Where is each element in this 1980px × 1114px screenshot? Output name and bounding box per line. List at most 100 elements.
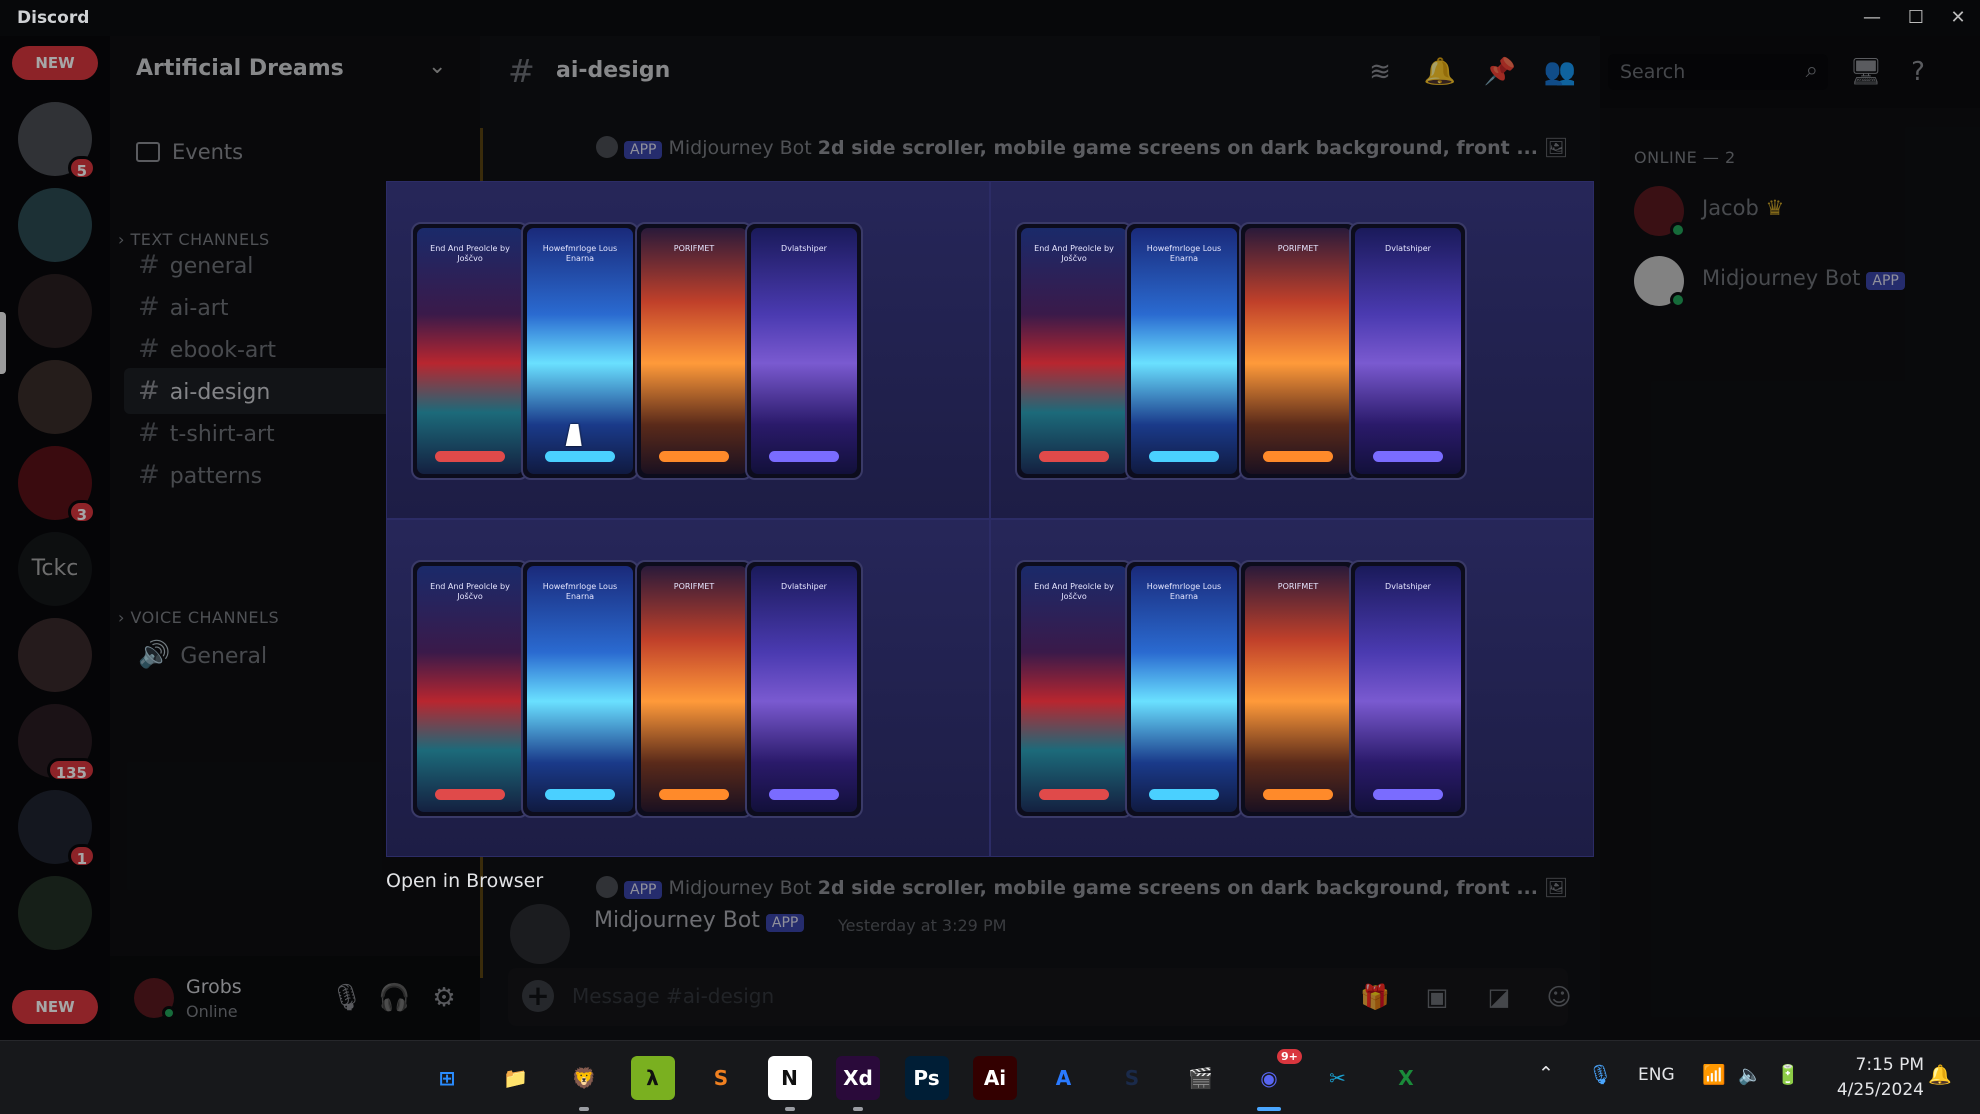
taskbar-lambda-icon[interactable]: λ [630,1056,675,1100]
phone-title: PORIFMET [1277,582,1319,591]
phone-button [1149,789,1219,800]
running-indicator [853,1107,863,1111]
image-viewer[interactable]: End And Preolcle by Joščvo Howefmrloge Lo… [386,181,1594,857]
taskbar-capture-icon[interactable]: ✂ [1316,1056,1360,1100]
phone-screen: PORIFMET [1245,566,1351,812]
taskbar-adobe-xd-icon[interactable]: Xd [836,1056,880,1100]
app-title: Discord [17,8,90,28]
taskbar-app-store-icon[interactable]: A [1042,1056,1086,1100]
phone-button [1263,451,1333,462]
phone-title: Dvlatshiper [1385,582,1431,591]
phone-mockup: Dvlatshiper [745,222,863,480]
phone-button [545,451,615,462]
phone-title: PORIFMET [673,244,715,253]
discord-notification-badge: 9+ [1277,1049,1302,1064]
taskbar-windows-start-icon[interactable]: ⊞ [425,1056,469,1100]
phone-button [1039,789,1109,800]
phone-screen: Howefmrloge Lous Enarna [527,566,633,812]
phone-mockup: Dvlatshiper [1349,222,1467,480]
chevron-up-icon[interactable]: ⌃ [1538,1063,1554,1085]
maximize-button[interactable]: ☐ [1896,4,1936,32]
phone-screen: Dvlatshiper [751,566,857,812]
phone-button [545,789,615,800]
image-quadrant: End And Preolcle by Joščvo Howefmrloge Lo… [990,519,1594,857]
phone-mockup: Dvlatshiper [1349,560,1467,818]
phone-screen: Dvlatshiper [1355,228,1461,474]
phone-screen: Howefmrloge Lous Enarna [1131,566,1237,812]
phone-screen: PORIFMET [641,228,747,474]
taskbar-illustrator-icon[interactable]: Ai [973,1056,1017,1100]
volume-icon[interactable]: 🔈 [1738,1063,1762,1086]
phone-mockup: End And Preolcle by Joščvo [1015,560,1133,818]
windows-taskbar: ⌃ 🎙 ENG 📶 🔈 🔋 7:15 PM 4/25/2024 🔔 ⊞ 📁 🦁 λ S N… [0,1040,1980,1114]
phone-title: End And Preolcle by Joščvo [1034,244,1114,263]
phone-title: End And Preolcle by Joščvo [430,244,510,263]
phone-button [1373,789,1443,800]
phone-screen: End And Preolcle by Joščvo [1021,566,1127,812]
running-indicator [579,1107,589,1111]
microphone-icon[interactable]: 🎙 [1588,1063,1612,1086]
taskbar-sublime-text-icon[interactable]: S [699,1056,743,1100]
phone-mockup: Howefmrloge Lous Enarna [1125,222,1243,480]
taskbar-steam-icon[interactable]: S [1110,1056,1154,1100]
phone-button [1149,451,1219,462]
phone-title: Howefmrloge Lous Enarna [542,244,618,263]
language-indicator[interactable]: ENG [1638,1065,1675,1085]
notification-bell-icon[interactable]: 🔔 [1928,1063,1952,1086]
image-quadrant: End And Preolcle by Joščvo Howefmrloge Lo… [386,181,990,519]
phone-mockup: PORIFMET [1239,560,1357,818]
phone-title: Dvlatshiper [781,244,827,253]
time-label: 7:15 PM [1855,1055,1925,1075]
taskbar-notion-icon[interactable]: N [767,1056,812,1100]
phone-button [769,451,839,462]
phone-button [1039,451,1109,462]
image-quadrant: End And Preolcle by Joščvo Howefmrloge Lo… [990,181,1594,519]
taskbar-file-explorer-icon[interactable]: 📁 [494,1056,538,1100]
phone-title: End And Preolcle by Joščvo [1034,582,1114,601]
phone-title: Howefmrloge Lous Enarna [1146,582,1222,601]
image-quadrant: End And Preolcle by Joščvo Howefmrloge Lo… [386,519,990,857]
clock[interactable]: 7:15 PM 4/25/2024 [1826,1053,1924,1103]
phone-screen: Dvlatshiper [751,228,857,474]
wifi-icon[interactable]: 📶 [1702,1063,1726,1086]
running-indicator [1257,1107,1281,1111]
taskbar-photoshop-icon[interactable]: Ps [904,1056,949,1100]
phone-button [435,451,505,462]
phone-title: Dvlatshiper [781,582,827,591]
taskbar-clapper-icon[interactable]: 🎬 [1179,1056,1223,1100]
running-indicator [784,1107,795,1111]
phone-button [435,789,505,800]
phone-button [769,789,839,800]
phone-title: Howefmrloge Lous Enarna [1146,244,1222,263]
phone-mockup: PORIFMET [1239,222,1357,480]
phone-screen: End And Preolcle by Joščvo [1021,228,1127,474]
title-bar: Discord — ☐ ✕ [0,0,1980,36]
phone-title: Howefmrloge Lous Enarna [542,582,618,601]
discord-window: Discord — ☐ ✕ NEW 5 3 Tckc 135 1 NEW Art… [0,0,1980,1114]
phone-title: PORIFMET [673,582,715,591]
phone-title: End And Preolcle by Joščvo [430,582,510,601]
taskbar-excel-icon[interactable]: X [1384,1056,1428,1100]
close-button[interactable]: ✕ [1938,4,1978,32]
phone-button [1373,451,1443,462]
phone-mockup: Howefmrloge Lous Enarna [1125,560,1243,818]
phone-title: PORIFMET [1277,244,1319,253]
phone-mockup: Dvlatshiper [745,560,863,818]
phone-screen: End And Preolcle by Joščvo [417,566,523,812]
taskbar-brave-icon[interactable]: 🦁 [562,1056,606,1100]
phone-mockup: End And Preolcle by Joščvo [411,222,529,480]
battery-icon[interactable]: 🔋 [1776,1063,1800,1086]
phone-mockup: End And Preolcle by Joščvo [1015,222,1133,480]
phone-screen: Dvlatshiper [1355,566,1461,812]
phone-screen: PORIFMET [1245,228,1351,474]
phone-screen: Howefmrloge Lous Enarna [1131,228,1237,474]
phone-screen: PORIFMET [641,566,747,812]
minimize-button[interactable]: — [1852,4,1892,32]
phone-button [659,451,729,462]
date-label: 4/25/2024 [1836,1080,1924,1100]
phone-title: Dvlatshiper [1385,244,1431,253]
phone-mockup: End And Preolcle by Joščvo [411,560,529,818]
phone-button [659,789,729,800]
open-in-browser-link[interactable]: Open in Browser [386,870,543,892]
phone-mockup: Howefmrloge Lous Enarna [521,560,639,818]
